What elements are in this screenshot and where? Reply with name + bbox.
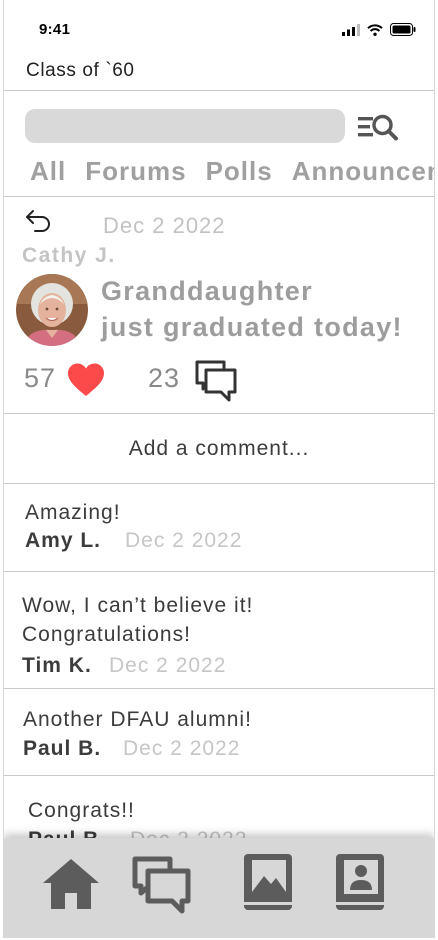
tab-forums[interactable]: Forums	[85, 156, 186, 187]
author-photo	[16, 274, 88, 346]
status-bar: 9:41	[4, 0, 434, 50]
likes-count: 57	[24, 363, 57, 393]
comment-date: Dec 2 2022	[109, 654, 227, 677]
nav-contacts-button[interactable]	[332, 852, 388, 912]
comment-text: Amazing!	[25, 501, 121, 524]
comments-button[interactable]	[194, 359, 238, 403]
comment-author: Amy L.	[25, 529, 102, 552]
battery-icon	[390, 23, 416, 36]
system-icons	[342, 23, 416, 36]
comment-date: Dec 2 2022	[125, 529, 243, 552]
divider	[4, 196, 434, 197]
forum-icon	[132, 856, 191, 914]
comment-author: Paul B.	[23, 737, 102, 760]
comment-text: Wow, I can’t believe it! Congratulations…	[22, 591, 253, 649]
status-time: 9:41	[39, 21, 71, 38]
page-title: Class of `60	[26, 60, 135, 81]
post-text: Granddaughter just graduated today!	[101, 273, 431, 345]
home-icon	[43, 859, 99, 909]
search-input[interactable]	[25, 109, 345, 143]
comment-text-line: Congratulations!	[22, 623, 191, 646]
divider	[4, 775, 434, 776]
nav-photos-button[interactable]	[240, 852, 296, 912]
add-comment-button[interactable]: Add a comment...	[4, 415, 434, 483]
post-text-line: Granddaughter	[101, 276, 313, 306]
comment-bubble-icon	[195, 360, 237, 402]
tab-announcements[interactable]: Announcements	[292, 156, 434, 187]
contacts-book-icon	[336, 854, 384, 910]
like-button[interactable]	[66, 362, 106, 398]
heart-icon	[68, 363, 104, 396]
photo-album-icon	[244, 854, 292, 910]
bottom-nav	[4, 838, 434, 938]
divider	[4, 483, 434, 484]
divider	[4, 688, 434, 689]
tab-polls[interactable]: Polls	[206, 156, 273, 187]
avatar[interactable]	[16, 274, 88, 346]
comment-author: Tim K.	[22, 654, 92, 677]
nav-home-button[interactable]	[40, 856, 102, 912]
comment-date: Dec 2 2022	[123, 737, 241, 760]
comment-text-line: Wow, I can’t believe it!	[22, 594, 254, 617]
post-author: Cathy J.	[22, 244, 116, 267]
comment-text: Another DFAU alumni!	[23, 708, 252, 731]
divider	[4, 571, 434, 572]
divider	[4, 90, 434, 91]
nav-forums-button[interactable]	[132, 856, 192, 914]
search-filter-button[interactable]	[356, 112, 400, 144]
back-arrow-icon	[26, 210, 50, 232]
comment-text: Congrats!!	[28, 799, 135, 822]
post-date: Dec 2 2022	[103, 213, 226, 238]
app-frame: 9:41 Class of `60 All Forums Polls Annou…	[3, 0, 435, 938]
post-text-line: just graduated today!	[101, 312, 403, 342]
divider	[4, 413, 434, 414]
tab-all[interactable]: All	[30, 156, 66, 187]
filter-tabs: All Forums Polls Announcements	[30, 156, 434, 187]
cellular-signal-icon	[342, 23, 360, 36]
search-filter-icon	[358, 114, 398, 141]
wifi-icon	[367, 23, 383, 36]
comments-count: 23	[148, 363, 181, 393]
back-button[interactable]	[24, 208, 54, 234]
